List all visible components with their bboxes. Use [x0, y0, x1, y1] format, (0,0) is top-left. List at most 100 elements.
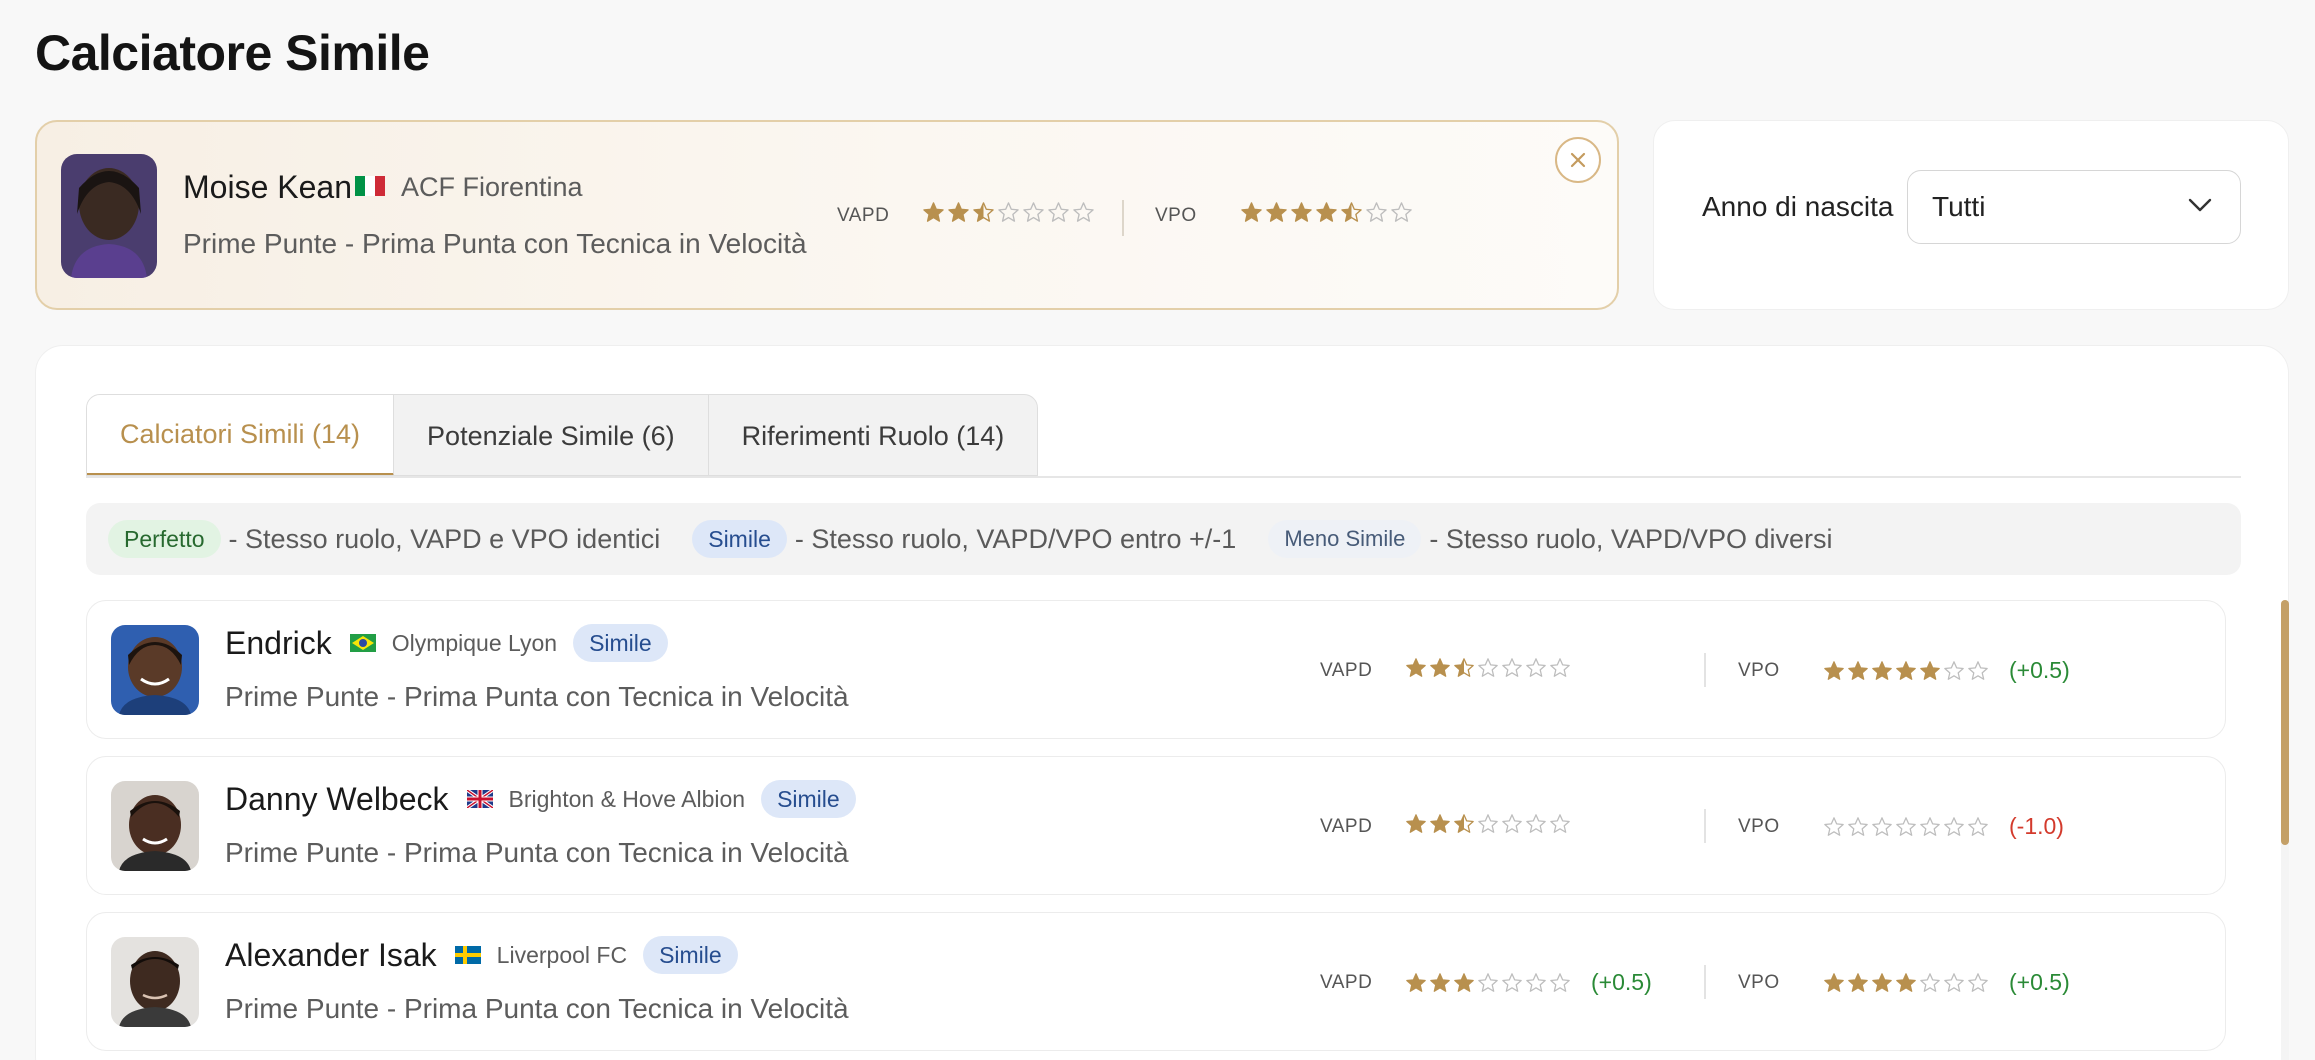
star-icon	[1266, 202, 1287, 222]
similarity-badge: Simile	[643, 936, 738, 974]
star-icon	[1896, 660, 1916, 680]
star-icon	[1550, 658, 1570, 677]
selected-player-team: ACF Fiorentina	[401, 172, 583, 202]
selected-player-name: Moise Kean	[183, 169, 352, 205]
vapd-rating-stars	[1405, 972, 1573, 994]
player-row[interactable]: Danny Welbeck Brighton & Hove Albion Sim…	[86, 756, 2226, 895]
player-row[interactable]: Endrick Olympique Lyon Simile Prime Punt…	[86, 600, 2226, 739]
star-icon	[1848, 660, 1868, 680]
vpo-rating-stars	[1823, 972, 1991, 994]
star-icon	[1550, 972, 1570, 992]
star-icon	[1824, 972, 1844, 992]
selected-player-role: Prime Punte - Prima Punta con Tecnica in…	[183, 228, 807, 259]
star-icon	[1824, 816, 1844, 836]
legend-badge-meno-simile: Meno Simile	[1268, 520, 1422, 558]
selected-player-avatar	[61, 154, 157, 278]
star-icon	[1478, 814, 1498, 833]
player-role: Prime Punte - Prima Punta con Tecnica in…	[225, 993, 849, 1024]
close-icon	[1570, 152, 1586, 168]
player-row[interactable]: Alexander Isak Liverpool FC Simile Prime…	[86, 912, 2226, 1051]
avatar	[111, 781, 199, 871]
star-icon	[1872, 816, 1892, 836]
metric-divider	[1704, 653, 1706, 687]
star-icon	[1454, 658, 1474, 677]
tab-bar: Calciatori Simili (14) Potenziale Simile…	[86, 394, 1039, 476]
italy-flag-icon	[355, 176, 385, 196]
brazil-flag-icon	[349, 634, 376, 652]
star-icon	[1896, 972, 1916, 992]
vapd-label: VAPD	[837, 205, 890, 226]
star-icon	[1341, 202, 1362, 222]
tab-potenziale-simile[interactable]: Potenziale Simile (6)	[394, 395, 709, 475]
vapd-rating-stars	[922, 201, 1097, 224]
birth-year-label: Anno di nascita	[1702, 191, 1894, 222]
clear-selection-button[interactable]	[1555, 137, 1601, 183]
sweden-flag-icon	[454, 946, 481, 964]
star-icon	[1241, 202, 1262, 222]
vapd-rating-stars	[1405, 813, 1573, 835]
legend-text-perfetto: - Stesso ruolo, VAPD e VPO identici	[228, 523, 661, 554]
star-icon	[1048, 202, 1069, 222]
star-icon	[1824, 660, 1844, 680]
filter-card: Anno di nascita Tutti	[1653, 120, 2289, 310]
vpo-rating: (+0.5)	[1823, 657, 2070, 684]
star-icon	[1944, 660, 1964, 680]
player-team: Olympique Lyon	[391, 629, 558, 656]
star-icon	[1968, 816, 1988, 836]
star-icon	[1848, 816, 1868, 836]
vpo-rating: (-1.0)	[1823, 813, 2064, 840]
star-icon	[1502, 814, 1522, 833]
vpo-label: VPO	[1738, 660, 1780, 681]
vpo-delta: (+0.5)	[2009, 969, 2070, 995]
star-icon	[1944, 972, 1964, 992]
metric-divider	[1122, 200, 1124, 236]
tab-riferimenti-ruolo[interactable]: Riferimenti Ruolo (14)	[709, 395, 1038, 475]
vpo-label: VPO	[1738, 816, 1780, 837]
birth-year-select[interactable]: Tutti	[1907, 170, 2241, 244]
star-icon	[1430, 972, 1450, 992]
vpo-rating-stars	[1823, 816, 1991, 838]
player-team: Liverpool FC	[496, 941, 628, 968]
star-icon	[1872, 972, 1892, 992]
uk-flag-icon	[466, 790, 493, 808]
star-icon	[1454, 814, 1474, 833]
star-icon	[1454, 972, 1474, 992]
metric-divider	[1704, 809, 1706, 843]
player-list: Endrick Olympique Lyon Simile Prime Punt…	[86, 600, 2289, 1060]
star-icon	[1526, 658, 1546, 677]
star-icon	[1406, 972, 1426, 992]
star-icon	[1968, 972, 1988, 992]
legend-badge-perfetto: Perfetto	[108, 520, 221, 558]
vpo-label: VPO	[1155, 205, 1197, 226]
star-icon	[948, 202, 969, 222]
star-icon	[1550, 814, 1570, 833]
star-icon	[1406, 658, 1426, 677]
player-name: Endrick	[225, 624, 332, 661]
page-title: Calciatore Simile	[35, 25, 430, 81]
tab-calciatori-simili[interactable]: Calciatori Simili (14)	[87, 395, 395, 475]
scrollbar-thumb[interactable]	[2281, 600, 2289, 845]
similarity-badge: Simile	[761, 780, 856, 818]
vapd-rating-stars	[1405, 657, 1573, 679]
star-icon	[1366, 202, 1387, 222]
vapd-rating	[1405, 657, 1591, 679]
birth-year-select-value: Tutti	[1932, 191, 1986, 222]
player-name: Alexander Isak	[225, 936, 437, 973]
star-icon	[1968, 660, 1988, 680]
legend-text-meno-simile: - Stesso ruolo, VAPD/VPO diversi	[1429, 523, 1833, 554]
star-icon	[1526, 814, 1546, 833]
star-icon	[1073, 202, 1094, 222]
player-role: Prime Punte - Prima Punta con Tecnica in…	[225, 681, 849, 712]
vpo-delta: (-1.0)	[2009, 813, 2064, 839]
similarity-legend: Perfetto - Stesso ruolo, VAPD e VPO iden…	[86, 503, 2241, 575]
vpo-delta: (+0.5)	[2009, 657, 2070, 683]
vapd-rating	[1405, 813, 1591, 835]
vapd-delta: (+0.5)	[1591, 969, 1652, 995]
results-card: Calciatori Simili (14) Potenziale Simile…	[35, 345, 2289, 1060]
selected-player-card: Moise Kean ACF Fiorentina Prime Punte - …	[35, 120, 1619, 310]
star-icon	[923, 202, 944, 222]
star-icon	[998, 202, 1019, 222]
vpo-rating-stars	[1823, 660, 1991, 682]
star-icon	[1944, 816, 1964, 836]
star-icon	[1316, 202, 1337, 222]
